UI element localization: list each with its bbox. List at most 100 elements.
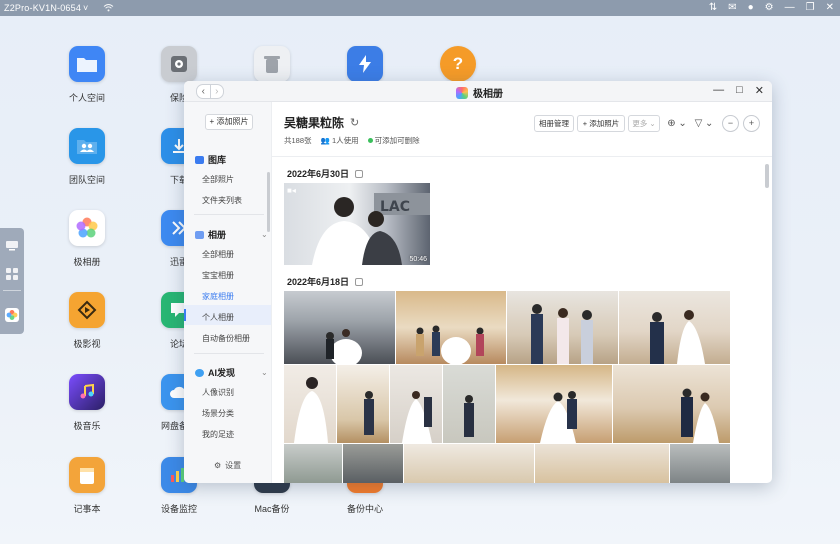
desktop-icon-label: 备份中心	[346, 504, 383, 514]
help-icon: ?	[440, 46, 476, 82]
mail-icon[interactable]: ✉	[728, 0, 736, 16]
sidebar-item-all-albums[interactable]: 全部相册	[202, 249, 234, 260]
sidebar-section-title: 相册	[208, 230, 227, 240]
sidebar-item-auto-backup-album[interactable]: 自动备份相册	[202, 333, 250, 344]
photo-thumbnail[interactable]	[404, 444, 534, 483]
safe-icon	[161, 46, 197, 82]
sidebar: + 添加照片 图库 全部照片 文件夹列表 相册 ⌄ 全部相册 宝宝相册 家庭相册…	[184, 102, 272, 483]
close-icon[interactable]: ✕	[826, 0, 834, 16]
settings-icon[interactable]: ⚙	[765, 0, 774, 16]
desktop-icon-lightning[interactable]	[325, 46, 405, 82]
sidebar-item-face-recognition[interactable]: 人像识别	[202, 387, 234, 398]
content-scrollbar[interactable]	[765, 164, 769, 188]
photo-thumbnail[interactable]	[496, 365, 612, 443]
desktop-icon-personal-space[interactable]: 个人空间	[47, 46, 127, 104]
photo-thumbnail[interactable]	[507, 291, 618, 364]
add-photo-toolbar-button[interactable]: + 添加照片	[577, 115, 625, 132]
desktop-icon-photos[interactable]: 极相册	[47, 210, 127, 268]
photo-thumbnail[interactable]	[396, 291, 506, 364]
display-icon[interactable]	[4, 240, 20, 254]
desktop-icon-trash[interactable]	[232, 46, 312, 82]
photo-thumbnail[interactable]	[390, 365, 442, 443]
add-photo-button[interactable]: + 添加照片	[205, 114, 253, 130]
back-button[interactable]: ‹	[197, 85, 210, 98]
refresh-icon[interactable]: ↻	[350, 116, 359, 129]
sidebar-section-albums[interactable]: 相册 ⌄	[195, 228, 268, 241]
date-group-header: 2022年6月18日	[287, 275, 364, 288]
sidebar-divider	[194, 214, 264, 215]
desktop-icon-notepad[interactable]: 记事本	[47, 457, 127, 515]
gear-icon: ⚙	[214, 461, 222, 470]
sidebar-scrollbar[interactable]	[267, 172, 270, 232]
device-name[interactable]: Z2Pro-KV1N-0654	[4, 3, 81, 13]
photo-thumbnail[interactable]	[619, 291, 730, 364]
more-button[interactable]: 更多 ⌄	[628, 115, 660, 132]
settings-label: 设置	[225, 461, 242, 470]
zoom-out-icon[interactable]: −	[722, 115, 739, 132]
wifi-icon	[103, 3, 114, 14]
photo-thumbnail[interactable]	[670, 444, 730, 483]
lightning-icon	[347, 46, 383, 82]
photo-thumbnail[interactable]	[443, 365, 495, 443]
chevron-down-icon[interactable]: ˅	[83, 3, 88, 13]
desktop-icon-label: Mac备份	[254, 504, 290, 514]
filter-icon[interactable]: ▽ ⌄	[692, 115, 716, 132]
music-icon	[69, 374, 105, 410]
permission-text: 可添加可删除	[374, 136, 420, 145]
sidebar-item-baby-album[interactable]: 宝宝相册	[202, 270, 234, 281]
photos-icon	[69, 210, 105, 246]
sidebar-item-folder-list[interactable]: 文件夹列表	[202, 195, 242, 206]
photo-thumbnail[interactable]	[337, 365, 389, 443]
settings-button[interactable]: ⚙ 设置	[214, 460, 241, 471]
forward-button[interactable]: ›	[209, 85, 224, 98]
album-title: 吴糖果粒陈 ↻	[284, 114, 359, 131]
desktop-icon-help[interactable]: ?	[418, 46, 498, 82]
album-icon	[195, 230, 204, 239]
apps-grid-icon[interactable]	[4, 268, 20, 282]
zoom-in-icon[interactable]: +	[743, 115, 760, 132]
desktop-icon-label: 记事本	[73, 504, 101, 514]
photo-thumbnail[interactable]	[284, 291, 395, 364]
sidebar-item-personal-album[interactable]: 个人相册	[202, 312, 234, 323]
date-label: 2022年6月30日	[287, 169, 350, 179]
photo-thumbnail[interactable]	[284, 365, 336, 443]
user-icon[interactable]: ●	[748, 0, 754, 16]
album-manage-button[interactable]: 相册管理	[534, 115, 574, 132]
system-bar: Z2Pro-KV1N-0654 ˅ ⇅ ✉ ● ⚙ — ❐ ✕	[0, 0, 840, 16]
sidebar-section-library[interactable]: 图库	[195, 153, 226, 166]
desktop-icon-music[interactable]: 极音乐	[47, 374, 127, 432]
minimize-button[interactable]: —	[713, 84, 724, 97]
desktop-icon-video[interactable]: 极影视	[47, 292, 127, 350]
desktop-icon-label: 个人空间	[68, 93, 105, 103]
minimize-icon[interactable]: —	[785, 0, 795, 16]
sidebar-item-family-album[interactable]: 家庭相册	[202, 291, 234, 302]
photo-thumbnail[interactable]: LAC ■◂ 50:46	[284, 183, 430, 265]
desktop-icon-label: 极音乐	[73, 421, 101, 431]
transfer-icon[interactable]: ⇅	[709, 0, 717, 16]
window-titlebar[interactable]: ‹ › 极相册 — □ ✕	[184, 81, 772, 102]
sidebar-item-scene-classification[interactable]: 场景分类	[202, 408, 234, 419]
chevron-down-icon[interactable]: ⌄	[261, 368, 268, 377]
close-button[interactable]: ✕	[755, 84, 764, 97]
maximize-button[interactable]: □	[736, 84, 743, 97]
nav-buttons: ‹ ›	[196, 84, 224, 99]
restore-icon[interactable]: ❐	[806, 0, 815, 16]
photo-thumbnail[interactable]	[284, 444, 342, 483]
sidebar-section-ai[interactable]: AI发现 ⌄	[195, 366, 268, 379]
photos-window: ‹ › 极相册 — □ ✕ + 添加照片 图库 全部照片 文件夹列表 相册 ⌄ …	[184, 81, 772, 483]
window-title-text: 极相册	[473, 89, 503, 100]
photo-thumbnail[interactable]	[535, 444, 669, 483]
sidebar-item-all-photos[interactable]: 全部照片	[202, 174, 234, 185]
desktop-icon-team-space[interactable]: 团队空间	[47, 128, 127, 186]
select-group-checkbox[interactable]	[355, 277, 364, 286]
sort-icon[interactable]: ⊕ ⌄	[665, 115, 689, 132]
svg-text:LAC: LAC	[380, 199, 410, 215]
status-dot-icon	[367, 138, 373, 143]
select-group-checkbox[interactable]	[355, 169, 364, 178]
photos-app-icon[interactable]	[5, 308, 19, 322]
library-icon	[195, 155, 204, 164]
sidebar-item-my-footprints[interactable]: 我的足迹	[202, 429, 234, 440]
side-dock	[0, 228, 24, 334]
photo-thumbnail[interactable]	[343, 444, 403, 483]
photo-thumbnail[interactable]	[613, 365, 730, 443]
